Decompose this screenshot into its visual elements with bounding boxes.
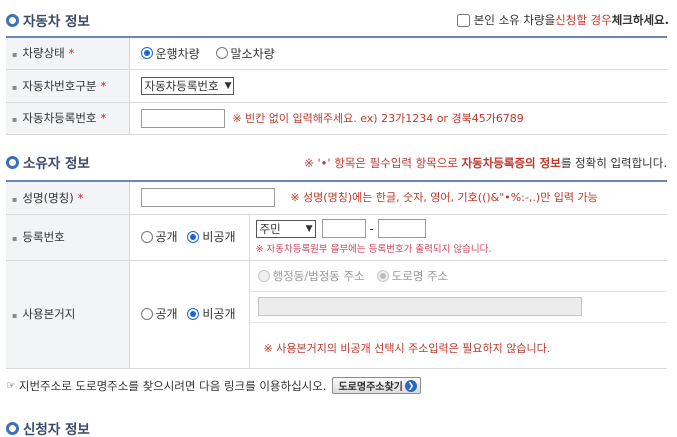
number-type-select[interactable]: 자동차등록번호 ▼ [140,76,235,95]
radio-disabled-icon [257,269,270,282]
owner-reg-no-label: ▪ 등록번호 [6,213,130,261]
own-vehicle-checkbox-input[interactable] [456,13,470,27]
radio-checked-icon [140,47,153,59]
status-radio-deregistered[interactable]: 말소차량 [215,45,275,62]
reg-no-public-radio[interactable]: 공개 [140,228,178,245]
address-type-road-radio[interactable]: 도로명 주소 [376,268,448,284]
number-type-label: ▪ 자동차번호구분 * [6,68,130,103]
section-ring-icon [6,13,19,27]
base-address-label: ▪ 사용본거지 [6,259,130,369]
road-address-note: ☞ 지번주소로 도로명주소를 찾으시려면 다음 링크를 이용하십시오. 도로명주… [6,377,421,394]
pointing-hand-icon: ☞ [6,379,16,392]
reg-number-row: ▪ 자동차등록번호 * ※ 빈칸 없이 입력해주세요. ex) 23가1234 or… [6,101,667,135]
road-address-search-button[interactable]: 도로명주소찾기 ❯ [332,377,421,394]
owner-name-row: ▪ 성명(명칭) * ※ 성명(명칭)에는 한글, 숫자, 영어, 기호(()&"•… [6,180,667,215]
id-type-select[interactable]: 주민 ▼ [255,219,316,238]
vehicle-section-title: 자동차 정보 [6,10,90,30]
vehicle-status-label: ▪ 차량상태 * [6,36,130,70]
radio-disabled-checked-icon [376,269,389,282]
owner-name-hint: ※ 성명(명칭)에는 한글, 숫자, 영어, 기호(()&"•%:-,.)만 입… [290,191,598,205]
radio-unchecked-icon [140,307,153,320]
reg-number-input[interactable] [140,108,225,128]
reg-number-label: ▪ 자동차등록번호 * [6,101,130,135]
section-ring-icon [6,155,19,169]
reg-no-second-input[interactable] [377,219,426,238]
radio-unchecked-icon [215,47,228,59]
radio-checked-icon [187,230,200,243]
section-ring-icon [6,421,19,435]
address-input-disabled[interactable] [257,297,582,316]
own-vehicle-checkbox[interactable]: 본인 소유 차량을 신청할 경우 체크하세요. [456,12,669,28]
applicant-section-title: 신청자 정보 [6,418,90,437]
owner-section-title: 소유자 정보 [6,152,90,172]
owner-info-table: ▪ 성명(명칭) * ※ 성명(명칭)에는 한글, 숫자, 영어, 기호(()&"•… [6,180,667,369]
number-type-row: ▪ 자동차번호구분 * 자동차등록번호 ▼ [6,68,667,103]
owner-name-input[interactable] [140,188,275,208]
address-type-jibun-radio[interactable]: 행정동/법정동 주소 [257,268,365,284]
address-public-radio[interactable]: 공개 [140,305,178,322]
arrow-right-icon: ❯ [404,379,417,392]
address-hint: ※ 사용본거지의 비공개 선택시 주소입력은 필요하지 않습니다. [263,342,551,355]
owner-name-label: ▪ 성명(명칭) * [6,180,130,215]
chevron-down-icon: ▼ [224,80,232,91]
address-private-radio[interactable]: 비공개 [187,305,236,322]
required-notice: ※ '•' 항목은 필수입력 항목으로 자동차등록증의 정보를 정확히 입력합니… [304,156,667,170]
reg-number-hint: ※ 빈칸 없이 입력해주세요. ex) 23가1234 or 경북45가6789 [232,111,524,125]
status-radio-operating[interactable]: 운행차량 [140,45,200,62]
reg-no-private-radio[interactable]: 비공개 [187,228,236,245]
chevron-down-icon: ▼ [305,223,313,234]
reg-no-first-input[interactable] [321,219,366,238]
owner-reg-no-row: ▪ 등록번호 공개 비공개 주민 ▼ - ※ 자동차등록원부 을부에는 등록번호가 … [6,213,667,261]
vehicle-info-table: ▪ 차량상태 * 운행차량 말소차량 ▪ 자동차번호구분 * 자동차등록번호 ▼ ▪ 자동차… [6,36,667,135]
reg-no-hint: ※ 자동차등록원부 을부에는 등록번호가 출력되지 않습니다. [255,244,492,255]
base-address-row: ▪ 사용본거지 공개 비공개 행정동/법정동 주소 도로명 주소 ※ 사용본거지의… [6,259,667,369]
vehicle-status-row: ▪ 차량상태 * 운행차량 말소차량 [6,36,667,70]
radio-checked-icon [187,307,200,320]
radio-unchecked-icon [140,230,153,243]
